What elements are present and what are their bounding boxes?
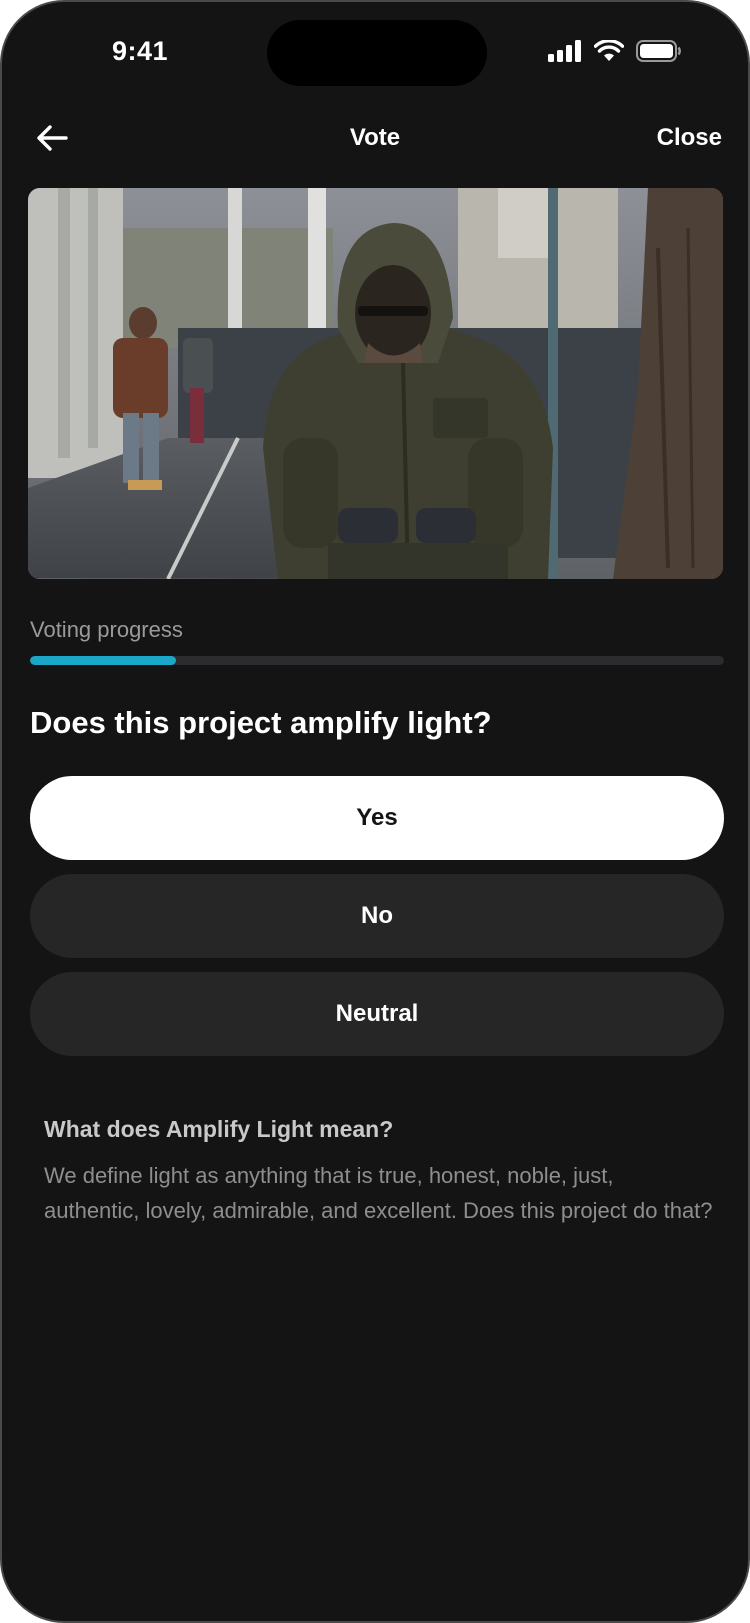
- status-time: 9:41: [112, 36, 169, 66]
- progress-fill: [30, 656, 176, 665]
- progress-label: Voting progress: [30, 617, 183, 642]
- option-label: No: [361, 902, 393, 929]
- battery-icon: [636, 40, 682, 67]
- dynamic-island: [267, 20, 487, 86]
- option-no-button[interactable]: No: [30, 874, 724, 958]
- close-button[interactable]: Close: [657, 124, 722, 152]
- option-neutral-button[interactable]: Neutral: [30, 972, 724, 1056]
- option-yes-button[interactable]: Yes: [30, 776, 724, 860]
- page-title: Vote: [349, 124, 401, 151]
- status-icons: [548, 39, 682, 67]
- option-label: Neutral: [335, 1000, 419, 1027]
- wifi-icon: [593, 39, 625, 67]
- project-photo: [28, 188, 723, 579]
- question-heading: Does this project amplify light?: [30, 705, 492, 740]
- progress-bar: [30, 656, 724, 665]
- info-body: We define light as anything that is true…: [44, 1163, 713, 1223]
- phone-frame: 9:41 Vote Close Voting progress Does thi…: [0, 0, 750, 1623]
- info-title: What does Amplify Light mean?: [44, 1116, 394, 1142]
- option-label: Yes: [356, 804, 398, 831]
- signal-icon: [548, 40, 582, 67]
